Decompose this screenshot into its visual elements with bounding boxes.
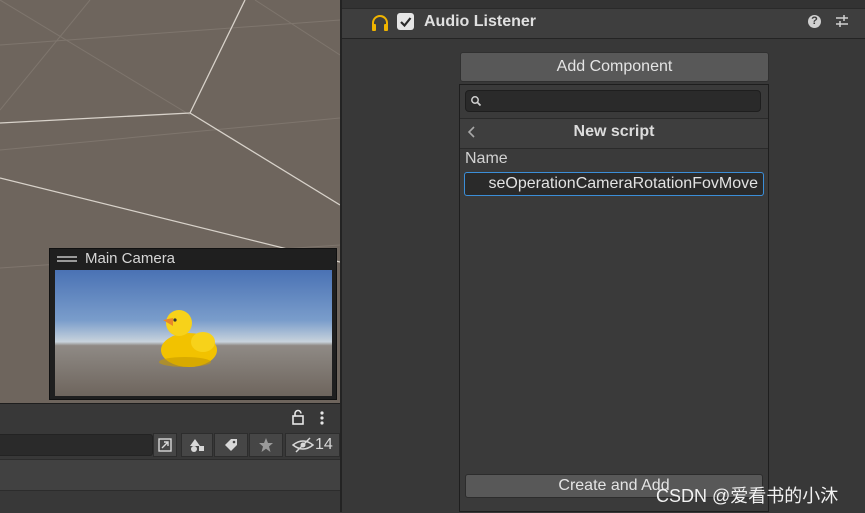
hierarchy-panel — [0, 403, 340, 513]
search-icon — [471, 96, 482, 107]
more-icon[interactable] — [316, 410, 328, 426]
checkmark-icon — [400, 17, 412, 28]
presets-icon[interactable] — [835, 14, 849, 28]
name-label: Name — [465, 150, 508, 167]
lock-icon[interactable] — [290, 409, 306, 425]
component-search-input[interactable] — [465, 90, 761, 112]
hidden-count: 14 — [315, 436, 333, 453]
favorites-button[interactable] — [249, 433, 283, 457]
scene-search-icon — [158, 438, 172, 452]
component-enabled-checkbox[interactable] — [397, 13, 414, 30]
hierarchy-list-row[interactable] — [0, 459, 340, 491]
help-icon[interactable]: ? — [808, 15, 821, 28]
star-icon — [259, 438, 273, 452]
nav-title: New script — [573, 123, 655, 140]
shapes-icon — [190, 439, 204, 452]
headphones-icon — [372, 15, 388, 31]
eye-slash-icon — [292, 437, 314, 453]
watermark: CSDN @爱看书的小沐 — [656, 486, 839, 506]
camera-render — [55, 270, 332, 396]
scene-search-button[interactable] — [153, 433, 177, 457]
script-name-value: seOperationCameraRotationFovMove — [488, 175, 758, 192]
label-filter-button[interactable] — [214, 433, 248, 457]
camera-preview-title-bar[interactable]: Main Camera — [50, 249, 336, 269]
tag-icon — [225, 439, 237, 451]
component-title: Audio Listener — [424, 13, 537, 30]
component-separator — [342, 0, 865, 9]
script-name-input[interactable]: seOperationCameraRotationFovMove — [464, 172, 764, 196]
camera-preview-title: Main Camera — [85, 250, 176, 267]
drag-handle-icon[interactable] — [57, 256, 77, 262]
hidden-objects-toggle[interactable]: 14 — [285, 433, 340, 457]
camera-preview[interactable]: Main Camera — [49, 248, 337, 400]
audio-listener-header[interactable] — [342, 9, 865, 39]
add-component-button[interactable]: Add Component — [460, 52, 769, 82]
type-filter-button[interactable] — [181, 433, 213, 457]
hierarchy-search-input[interactable] — [0, 434, 153, 456]
duck-model — [159, 310, 217, 367]
